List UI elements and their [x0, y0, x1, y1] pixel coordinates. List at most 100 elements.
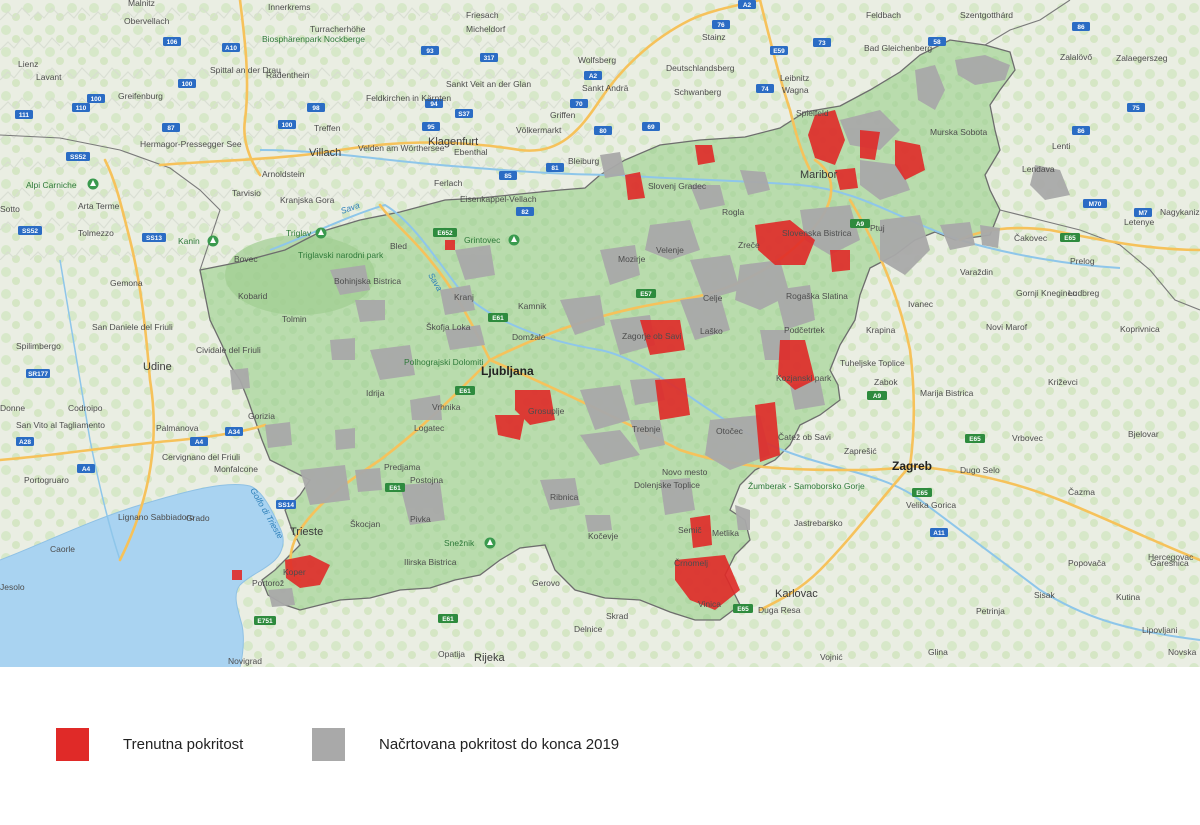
current-area — [655, 378, 690, 420]
road-shield: SS14 — [276, 500, 296, 509]
label-karlovac: Karlovac — [775, 588, 818, 600]
label-skocjan: Škocjan — [350, 519, 381, 529]
svg-text:M70: M70 — [1089, 201, 1102, 208]
label-delnice: Delnice — [574, 624, 603, 634]
tree-icon — [87, 178, 99, 190]
label-velenje: Velenje — [656, 245, 684, 255]
road-shield: 82 — [516, 207, 534, 216]
road-shield: A4 — [77, 464, 95, 473]
legend-swatch-planned — [312, 728, 345, 761]
label-crnomelj: Črnomelj — [674, 558, 708, 568]
road-shield: A2 — [738, 0, 756, 9]
legend-label-planned: Načrtovana pokritost do konca 2019 — [379, 736, 620, 753]
label-turracherhohe: Turracherhöhe — [310, 24, 366, 34]
label-domzale: Domžale — [512, 332, 546, 342]
label-lasko: Laško — [700, 326, 723, 336]
label-alpi-carniche: Alpi Carniche — [26, 180, 77, 190]
label-malnitz: Malnitz — [128, 0, 155, 8]
label-zalalovo: Zalalövő — [1060, 52, 1092, 62]
label-novi-marof: Novi Marof — [986, 322, 1028, 332]
road-shield: S37 — [455, 109, 473, 118]
road-shield: 100 — [178, 79, 196, 88]
label-villach: Villach — [309, 147, 341, 159]
planned-area — [335, 428, 355, 450]
label-spielfeld: Spielfeld — [796, 108, 829, 118]
label-arnoldstein: Arnoldstein — [262, 169, 305, 179]
road-shield: 87 — [162, 123, 180, 132]
label-lavant: Lavant — [36, 72, 62, 82]
label-stainz: Stainz — [702, 32, 726, 42]
label-kamnik: Kamnik — [518, 301, 547, 311]
svg-text:A4: A4 — [82, 466, 91, 473]
label-koprivnica: Koprivnica — [1120, 324, 1160, 334]
label-kobarid: Kobarid — [238, 291, 268, 301]
planned-area — [355, 468, 382, 492]
tree-icon — [315, 227, 327, 239]
label-koper: Koper — [283, 567, 306, 577]
label-postojna: Postojna — [410, 475, 443, 485]
label-treffen: Treffen — [314, 123, 341, 133]
label-bohinjska-bistrica: Bohinjska Bistrica — [334, 276, 401, 286]
label-letenye: Letenye — [1124, 217, 1155, 227]
label-maribor: Maribor — [800, 169, 838, 181]
label-ribnica: Ribnica — [550, 492, 579, 502]
label-gorizia: Gorizia — [248, 411, 275, 421]
label-catez: Čatež ob Savi — [778, 432, 831, 442]
label-jesolo: Jesolo — [0, 582, 25, 592]
label-triglav: Triglav — [286, 228, 312, 238]
label-rogaska-slatina: Rogaška Slatina — [786, 291, 848, 301]
label-arta-terme: Arta Terme — [78, 201, 120, 211]
svg-text:E652: E652 — [437, 230, 453, 237]
road-shield: A2 — [584, 71, 602, 80]
label-donne: Donne — [0, 403, 25, 413]
label-udine: Udine — [143, 361, 172, 373]
svg-text:E65: E65 — [737, 606, 749, 613]
label-eisenkappel: Eisenkappel-Vellach — [460, 194, 537, 204]
label-friesach: Friesach — [466, 10, 499, 20]
label-szentgotthard: Szentgotthárd — [960, 10, 1013, 20]
label-monfalcone: Monfalcone — [214, 464, 258, 474]
road-shield: E59 — [770, 46, 788, 55]
legend-item-planned: Načrtovana pokritost do konca 2019 — [312, 728, 619, 761]
label-vinica: Vinica — [698, 599, 721, 609]
label-cividale: Cividale del Friuli — [196, 345, 261, 355]
label-sisak: Sisak — [1034, 590, 1056, 600]
label-gerovo: Gerovo — [532, 578, 560, 588]
label-feldbach: Feldbach — [866, 10, 901, 20]
svg-text:A11: A11 — [933, 530, 945, 537]
svg-text:A9: A9 — [873, 393, 882, 400]
road-shield: 73 — [813, 38, 831, 47]
current-area — [232, 570, 242, 580]
label-ljubljana: Ljubljana — [481, 364, 534, 378]
label-grosuplje: Grosuplje — [528, 406, 565, 416]
svg-text:93: 93 — [426, 48, 434, 55]
road-shield: A9 — [850, 219, 870, 228]
road-shield: A10 — [222, 43, 240, 52]
svg-text:E61: E61 — [389, 485, 401, 492]
road-shield: 86 — [1072, 126, 1090, 135]
road-shield: E61 — [488, 313, 508, 322]
label-wagna: Wagna — [782, 85, 809, 95]
svg-text:E65: E65 — [916, 490, 928, 497]
label-cervignano: Cervignano del Friuli — [162, 452, 240, 462]
label-san-daniele: San Daniele del Friuli — [92, 322, 173, 332]
label-lienz: Lienz — [18, 59, 38, 69]
label-leibnitz: Leibnitz — [780, 73, 809, 83]
label-gemona: Gemona — [110, 278, 143, 288]
svg-text:SS52: SS52 — [22, 228, 38, 235]
label-rogla: Rogla — [722, 207, 744, 217]
svg-text:85: 85 — [504, 173, 512, 180]
coverage-map[interactable]: 106 A10 100 100 111 110 87 317 93 98 94 … — [0, 0, 1200, 667]
label-kozjanski-park: Kozjanski park — [776, 373, 832, 383]
road-shield: 80 — [594, 126, 612, 135]
label-celje: Celje — [703, 293, 723, 303]
svg-text:80: 80 — [599, 128, 607, 135]
label-velika-gorica: Velika Gorica — [906, 500, 956, 510]
svg-text:111: 111 — [19, 112, 30, 119]
label-mozirje: Mozirje — [618, 254, 646, 264]
label-trebnje: Trebnje — [632, 424, 661, 434]
svg-text:76: 76 — [717, 22, 725, 29]
label-bjelovar: Bjelovar — [1128, 429, 1159, 439]
road-shield: 86 — [1072, 22, 1090, 31]
label-radenthein: Radenthein — [266, 70, 310, 80]
